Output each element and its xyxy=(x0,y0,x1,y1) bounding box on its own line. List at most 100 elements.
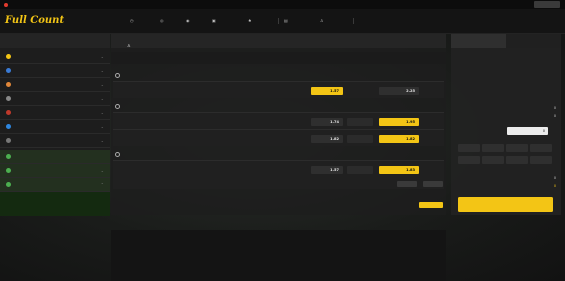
sidebar-item-basketball[interactable]: ⌄ xyxy=(0,78,110,92)
handicap-value xyxy=(347,118,373,126)
nav-item[interactable]: ♙ xyxy=(320,18,325,23)
odds-button[interactable]: 1.95 xyxy=(379,118,419,126)
chevron-down-icon: ⌄ xyxy=(100,96,104,101)
chevron-up-icon: ⌃ xyxy=(100,182,104,187)
quick-amount-button[interactable] xyxy=(482,144,504,152)
tab-betslip[interactable] xyxy=(451,34,506,48)
quick-amount-button[interactable] xyxy=(506,144,528,152)
sidebar-item-casino[interactable]: ⌃ xyxy=(0,178,110,192)
chevron-down-icon: ⌄ xyxy=(100,168,104,173)
football-icon xyxy=(6,124,11,129)
handicap-value xyxy=(347,135,373,143)
match-row: 1.57 2.25 xyxy=(113,81,444,98)
odds-button[interactable]: 1.82 xyxy=(379,135,419,143)
sidebar-item-results[interactable]: ⌄ xyxy=(0,134,110,148)
select-all-button[interactable] xyxy=(419,202,443,208)
sidebar-item-live[interactable] xyxy=(0,150,110,164)
sidebar-subitem[interactable] xyxy=(0,204,110,216)
results-icon xyxy=(6,138,11,143)
chevron-down-icon: ⌄ xyxy=(100,54,104,59)
odds-button[interactable]: 1.57 xyxy=(311,87,343,95)
bet-amount-input[interactable]: 0 xyxy=(507,127,548,135)
match-row: 1.74 1.95 xyxy=(113,112,444,129)
result-icon: ▤ xyxy=(284,18,288,23)
ball-icon: ◎ xyxy=(160,18,164,23)
nav-divider xyxy=(353,18,354,24)
casino-icon: ♠ xyxy=(248,18,252,23)
sidebar-item-soccer[interactable]: ⌄ xyxy=(0,50,110,64)
quick-amount-button[interactable] xyxy=(506,156,528,164)
odds-button[interactable]: 1.74 xyxy=(311,118,343,126)
nav-item[interactable]: ◎ xyxy=(160,18,165,23)
sidebar-item-icehockey[interactable]: ⌄ xyxy=(0,92,110,106)
game-icon: ▣ xyxy=(212,18,216,23)
league-icon xyxy=(115,103,120,109)
sidebar-item-baseball[interactable]: ⌄ xyxy=(0,64,110,78)
sidebar-item-football[interactable]: ⌄ xyxy=(0,120,110,134)
alert-icon xyxy=(4,2,8,7)
nav-item[interactable]: ◉ xyxy=(186,18,191,23)
league-icon xyxy=(115,151,120,157)
quick-amount-button[interactable] xyxy=(458,144,480,152)
nav-item[interactable]: ♠ xyxy=(248,18,253,23)
chevron-down-icon: ⌄ xyxy=(100,138,104,143)
play-icon: ◉ xyxy=(186,18,190,23)
sidebar-item-minigame[interactable]: ⌄ xyxy=(0,164,110,178)
place-bet-button[interactable] xyxy=(458,197,553,212)
chevron-down-icon: ⌄ xyxy=(100,68,104,73)
league-header xyxy=(113,71,444,80)
volleyball-icon xyxy=(6,110,11,115)
odds-button[interactable]: 2.25 xyxy=(379,87,419,95)
sidebar-title xyxy=(0,34,110,48)
odds-button[interactable]: 1.57 xyxy=(311,166,343,174)
league-icon xyxy=(115,72,120,78)
footer xyxy=(111,230,446,281)
baseball-icon xyxy=(6,68,11,73)
soccer-icon xyxy=(6,54,11,59)
cancel-bet-button[interactable] xyxy=(397,181,417,187)
nav-item[interactable]: ◷ xyxy=(130,18,135,23)
site-logo[interactable]: Full Count xyxy=(5,15,64,26)
logout-button[interactable] xyxy=(534,1,560,8)
tab-mybets[interactable] xyxy=(506,34,561,48)
chevron-down-icon: ⌄ xyxy=(100,110,104,115)
league-header xyxy=(113,102,444,111)
nav-item[interactable]: ▤ xyxy=(284,18,289,23)
nav-item[interactable]: ▣ xyxy=(212,18,217,23)
notice-bar xyxy=(0,0,565,9)
chevron-down-icon: ⌄ xyxy=(100,124,104,129)
bet-slip-tabs xyxy=(451,34,561,48)
panel-title: ♙ xyxy=(111,34,446,48)
final-line: 0 xyxy=(553,184,556,188)
quick-amount-button[interactable] xyxy=(458,156,480,164)
quick-amount-button[interactable] xyxy=(530,144,552,152)
odds-button[interactable]: 1.82 xyxy=(311,135,343,143)
quick-amount-button[interactable] xyxy=(482,156,504,164)
live-icon xyxy=(6,154,11,159)
casino-icon xyxy=(6,182,11,187)
odds-button[interactable]: 1.83 xyxy=(379,166,419,174)
match-row: 1.82 1.82 xyxy=(113,129,444,146)
sidebar-item-volleyball[interactable]: ⌄ xyxy=(0,106,110,120)
amount-label xyxy=(456,128,506,134)
chevron-down-icon: ⌄ xyxy=(100,82,104,87)
delete-bet-button[interactable] xyxy=(423,181,443,187)
user-icon: ♙ xyxy=(320,18,324,23)
hockey-icon xyxy=(6,96,11,101)
header xyxy=(0,9,565,34)
league-header xyxy=(113,150,444,159)
nav-divider xyxy=(278,18,279,24)
quick-amount-button[interactable] xyxy=(530,156,552,164)
match-row: 1.57 1.83 xyxy=(113,160,444,189)
sidebar-subitem[interactable] xyxy=(0,192,110,204)
win-line: 0 xyxy=(553,176,556,180)
minigame-icon xyxy=(6,168,11,173)
basketball-icon xyxy=(6,82,11,87)
amount-unit xyxy=(550,128,558,134)
slip-summary-row xyxy=(111,52,446,64)
slip-line: 0 xyxy=(553,106,556,110)
slip-line: 0 xyxy=(553,114,556,118)
user-icon: ♙ xyxy=(127,43,131,48)
handicap-value xyxy=(347,166,373,174)
clock-icon: ◷ xyxy=(130,18,134,23)
